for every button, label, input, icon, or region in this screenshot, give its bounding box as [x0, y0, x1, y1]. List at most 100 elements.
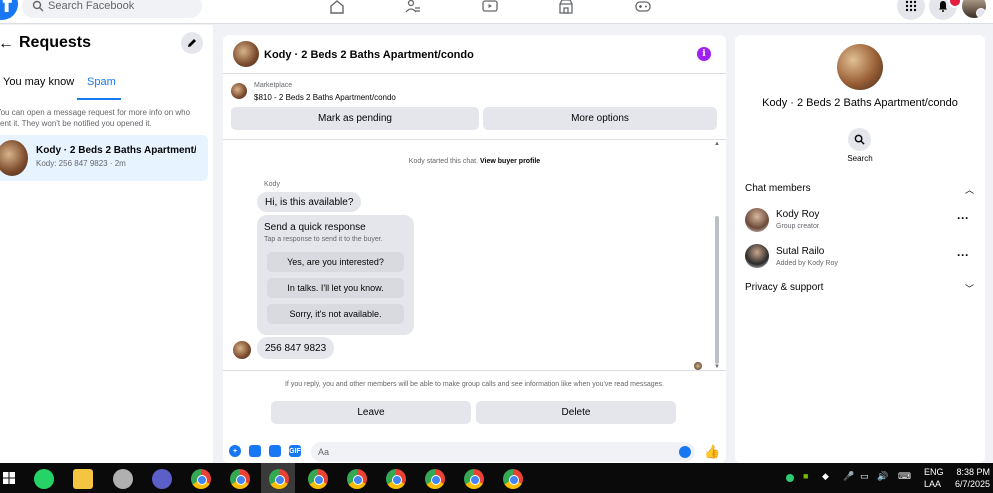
sender-avatar: [233, 341, 251, 359]
search-label: Search: [847, 154, 873, 163]
add-icon[interactable]: +: [229, 445, 241, 457]
menu-grid-icon[interactable]: [897, 0, 925, 20]
sticker-icon[interactable]: [269, 445, 281, 457]
requests-panel: ← Requests You may know Spam You can ope…: [0, 25, 213, 463]
system-message: Kody started this chat. View buyer profi…: [223, 158, 726, 165]
whatsapp-icon[interactable]: [34, 469, 54, 489]
system-clock[interactable]: 8:38 PM 6/7/2025: [955, 466, 990, 490]
chrome-icon[interactable]: [464, 469, 484, 489]
chrome-icon[interactable]: [347, 469, 367, 489]
chrome-icon[interactable]: [503, 469, 523, 489]
delete-button[interactable]: Delete: [476, 401, 676, 424]
language-line-2: LAA: [924, 479, 942, 489]
like-thumb-icon[interactable]: 👍: [704, 444, 720, 460]
chevron-up-icon[interactable]: ︿: [965, 183, 974, 196]
chrome-icon[interactable]: [386, 469, 406, 489]
network-icon[interactable]: ▭: [860, 471, 869, 482]
marketplace-label: Marketplace: [254, 82, 293, 89]
member-role: Group creator: [776, 223, 820, 230]
listing-thumbnail: [231, 83, 247, 99]
scroll-down-icon[interactable]: ▼: [714, 364, 720, 370]
home-icon[interactable]: [325, 0, 349, 18]
tab-spam[interactable]: Spam: [87, 76, 116, 88]
chat-title[interactable]: Kody · 2 Beds 2 Baths Apartment/condo: [264, 49, 474, 61]
listing-title[interactable]: $810 - 2 Beds 2 Baths Apartment/condo: [254, 93, 396, 102]
chat-details-panel: Kody · 2 Beds 2 Baths Apartment/condo Se…: [735, 35, 985, 463]
message-bubble: Hi, is this available?: [257, 192, 362, 212]
quick-response-option[interactable]: Sorry, it's not available.: [267, 304, 404, 324]
request-preview: Kody: 256 847 9823 · 2m: [36, 159, 126, 168]
chrome-icon[interactable]: [425, 469, 445, 489]
emoji-icon[interactable]: [679, 446, 691, 458]
member-avatar: [745, 208, 769, 232]
chevron-down-icon: [976, 8, 986, 18]
marketplace-icon[interactable]: [554, 0, 578, 18]
photo-icon[interactable]: [249, 445, 261, 457]
message-list[interactable]: Kody started this chat. View buyer profi…: [223, 139, 726, 371]
chrome-icon[interactable]: [230, 469, 250, 489]
seen-avatar: [694, 362, 702, 370]
message-bubble: 256 847 9823: [257, 337, 335, 359]
search-icon: [32, 0, 44, 12]
facebook-logo[interactable]: f: [0, 0, 18, 20]
microphone-icon[interactable]: 🎤: [843, 471, 854, 482]
windows-taskbar: ■ ◆ 🎤 ▭ 🔊 ⌨ ENG LAA 8:38 PM 6/7/2025: [0, 463, 993, 493]
quick-response-option[interactable]: Yes, are you interested?: [267, 252, 404, 272]
privacy-support-header[interactable]: Privacy & support: [745, 282, 823, 293]
tab-you-may-know[interactable]: You may know: [3, 76, 74, 88]
member-role: Added by Kody Roy: [776, 260, 838, 267]
edit-pencil-icon[interactable]: [181, 32, 203, 54]
gaming-icon[interactable]: [631, 0, 655, 18]
view-buyer-profile-link[interactable]: View buyer profile: [480, 158, 540, 165]
windows-start-icon[interactable]: [3, 472, 15, 484]
leave-button[interactable]: Leave: [271, 401, 471, 424]
chat-members-header[interactable]: Chat members: [745, 183, 811, 194]
gif-icon[interactable]: GIF: [289, 445, 301, 457]
conversation-avatar: [837, 44, 883, 90]
mark-as-pending-button[interactable]: Mark as pending: [231, 107, 479, 130]
chat-avatar[interactable]: [233, 41, 259, 67]
file-explorer-icon[interactable]: [73, 469, 93, 489]
quick-response-card: Send a quick response Tap a response to …: [257, 215, 414, 335]
chrome-icon[interactable]: [191, 469, 211, 489]
request-name: Kody · 2 Beds 2 Baths Apartment/...: [36, 145, 196, 156]
scrollbar-thumb[interactable]: [715, 216, 719, 364]
watch-icon[interactable]: [478, 0, 502, 18]
nvidia-icon[interactable]: ■: [803, 471, 808, 481]
marketplace-listing-bar: Marketplace $810 - 2 Beds 2 Baths Apartm…: [223, 77, 726, 137]
member-name: Kody Roy: [776, 209, 820, 220]
message-input[interactable]: Aa: [311, 442, 695, 462]
friends-icon[interactable]: [401, 0, 425, 18]
message-request-item[interactable]: Kody · 2 Beds 2 Baths Apartment/... Kody…: [0, 135, 208, 181]
quick-response-subtitle: Tap a response to send it to the buyer.: [264, 236, 383, 243]
more-options-button[interactable]: More options: [483, 107, 717, 130]
search-placeholder: Search Facebook: [48, 0, 135, 12]
search-facebook-input[interactable]: Search Facebook: [22, 0, 202, 18]
back-arrow-icon[interactable]: ←: [0, 35, 14, 53]
more-options-icon[interactable]: ···: [957, 211, 969, 225]
speaker-icon[interactable]: 🔊: [877, 471, 888, 482]
info-icon[interactable]: i: [697, 47, 711, 61]
page-title: Requests: [19, 34, 92, 51]
top-navigation: f Search Facebook: [0, 0, 993, 24]
scroll-up-icon[interactable]: ▲: [714, 141, 720, 147]
message-placeholder: Aa: [318, 447, 330, 457]
conversation-name: Kody · 2 Beds 2 Baths Apartment/condo: [762, 97, 958, 109]
app-icon[interactable]: [113, 469, 133, 489]
chrome-icon[interactable]: [269, 469, 289, 489]
request-avatar: [0, 140, 28, 176]
chevron-down-icon[interactable]: ﹀: [965, 282, 974, 295]
chat-scrollbar[interactable]: ▲ ▼: [714, 141, 720, 370]
status-dot-icon[interactable]: [786, 474, 794, 482]
more-options-icon[interactable]: ···: [957, 248, 969, 262]
keyboard-icon[interactable]: ⌨: [898, 471, 911, 482]
chrome-icon[interactable]: [308, 469, 328, 489]
app-icon[interactable]: [152, 469, 172, 489]
search-icon[interactable]: [848, 128, 871, 151]
system-text: Kody started this chat.: [408, 158, 479, 165]
account-avatar[interactable]: [962, 0, 986, 18]
quick-response-option[interactable]: In talks. I'll let you know.: [267, 278, 404, 298]
quick-response-title: Send a quick response: [264, 222, 366, 233]
language-indicator[interactable]: ENG LAA: [924, 466, 944, 490]
app-tray-icon[interactable]: ◆: [822, 471, 829, 482]
